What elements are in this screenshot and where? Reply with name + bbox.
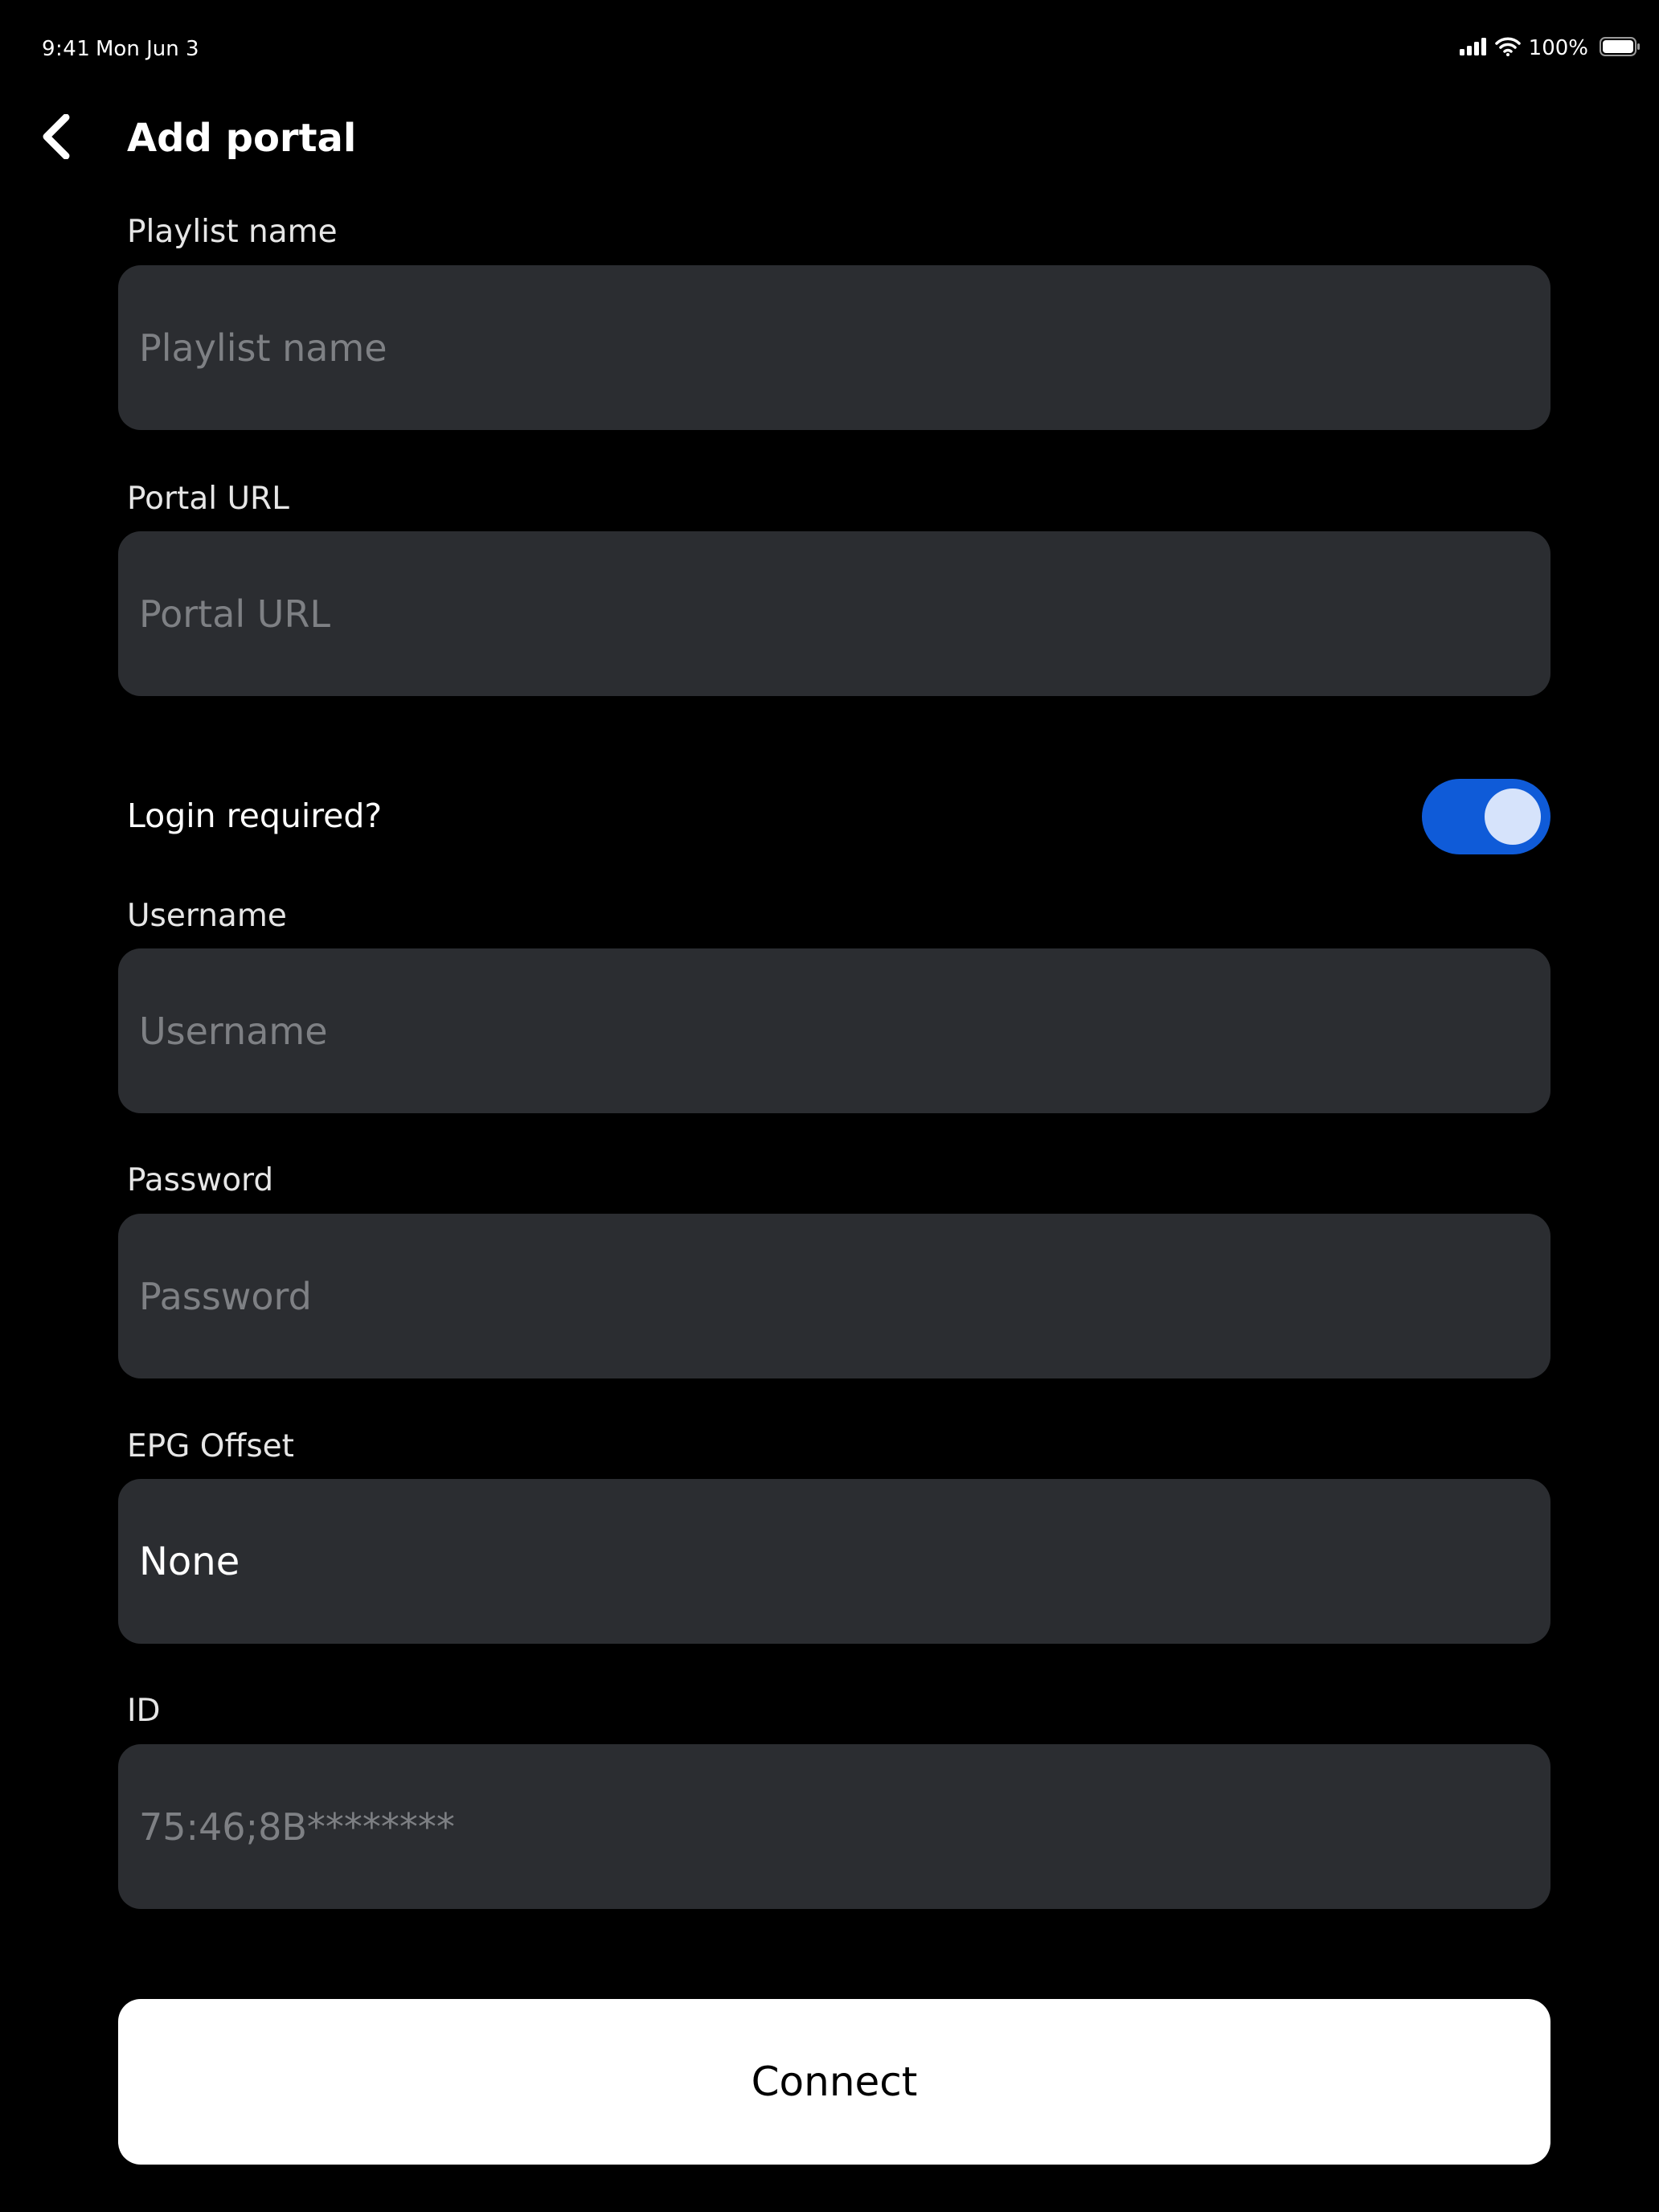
cellular-signal-icon	[1459, 38, 1487, 59]
chevron-left-icon	[40, 113, 72, 162]
login-required-label: Login required?	[127, 797, 383, 835]
status-date: Mon Jun 3	[96, 37, 199, 61]
id-value: 75:46;8B********	[139, 1804, 455, 1849]
portal-url-label: Portal URL	[127, 481, 289, 517]
status-indicators: 100%	[1459, 34, 1641, 63]
playlist-name-field[interactable]	[118, 265, 1550, 430]
portal-url-input[interactable]	[139, 592, 1530, 636]
id-field[interactable]: 75:46;8B********	[118, 1744, 1550, 1909]
id-label: ID	[127, 1693, 161, 1729]
password-input[interactable]	[139, 1274, 1530, 1318]
epg-offset-select[interactable]: None	[118, 1479, 1550, 1644]
login-required-toggle[interactable]	[1422, 779, 1550, 854]
playlist-name-label: Playlist name	[127, 214, 338, 250]
password-label: Password	[127, 1162, 274, 1198]
toggle-knob	[1485, 789, 1541, 845]
portal-url-field[interactable]	[118, 531, 1550, 696]
page-title: Add portal	[127, 116, 357, 161]
connect-button[interactable]: Connect	[118, 1999, 1550, 2165]
username-label: Username	[127, 898, 287, 934]
battery-icon	[1600, 37, 1641, 59]
status-bar: 9:41 Mon Jun 3 100%	[0, 0, 1659, 88]
wifi-icon	[1494, 37, 1521, 59]
epg-offset-value: None	[139, 1538, 240, 1584]
username-input[interactable]	[139, 1009, 1530, 1053]
battery-percentage: 100%	[1528, 36, 1588, 60]
playlist-name-input[interactable]	[139, 326, 1530, 370]
epg-offset-label: EPG Offset	[127, 1428, 294, 1464]
status-time: 9:41	[42, 37, 91, 61]
username-field[interactable]	[118, 948, 1550, 1113]
back-button[interactable]	[31, 109, 82, 167]
password-field[interactable]	[118, 1214, 1550, 1378]
